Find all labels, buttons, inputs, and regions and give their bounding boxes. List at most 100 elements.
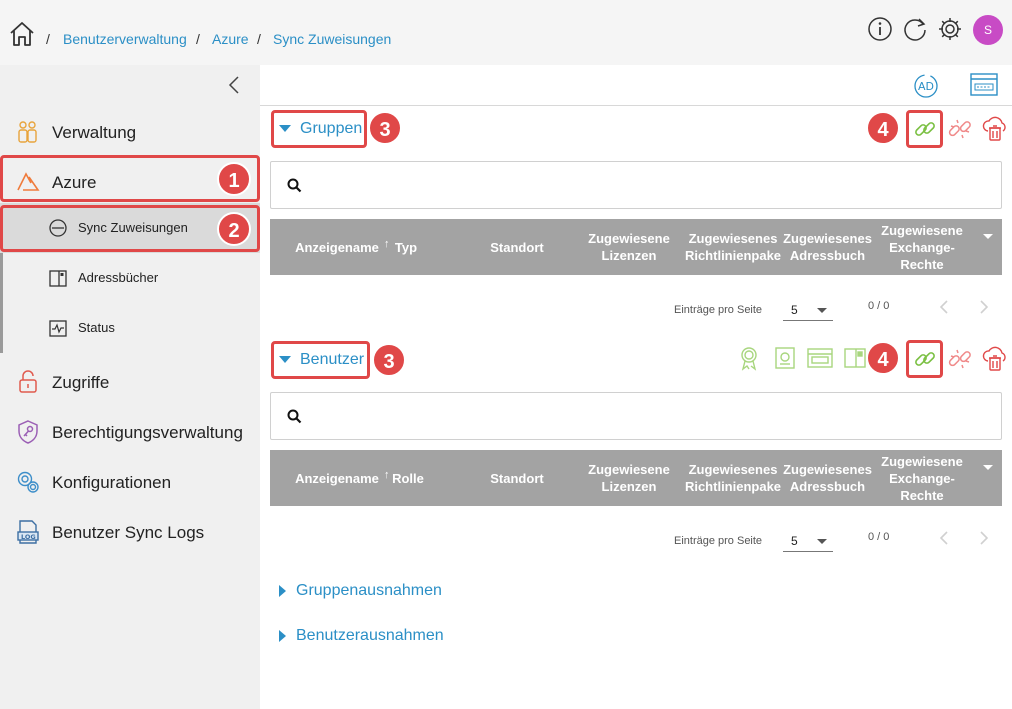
breadcrumb-benutzerverwaltung[interactable]: Benutzerverwaltung — [63, 31, 187, 47]
svg-text:LOG: LOG — [21, 533, 36, 541]
column-header-anzeigename[interactable]: Anzeigename — [292, 219, 382, 275]
home-icon[interactable] — [8, 20, 36, 48]
gruppen-page-size-select[interactable]: 5 — [783, 299, 833, 321]
section-title-benutzerausnahmen: Benutzerausnahmen — [296, 627, 444, 644]
cloud-delete-icon[interactable] — [981, 345, 1009, 373]
gruppen-search-input[interactable] — [311, 170, 991, 200]
sidebar-item-label: Berechtigungsverwaltung — [52, 423, 243, 442]
column-menu-icon[interactable] — [983, 465, 993, 470]
license-icon[interactable] — [772, 345, 798, 371]
user-avatar[interactable]: S — [973, 15, 1003, 45]
log-icon: LOG — [17, 520, 39, 544]
pager-label: Einträge pro Seite — [674, 304, 763, 316]
section-toggle-gruppenausnahmen[interactable]: Gruppenausnahmen — [279, 582, 442, 600]
sidebar-item-verwaltung[interactable]: Verwaltung — [0, 107, 260, 157]
column-menu-icon[interactable] — [983, 234, 993, 239]
link-icon[interactable] — [912, 346, 938, 372]
breadcrumb-azure[interactable]: Azure — [212, 31, 249, 47]
app-header: / Benutzerverwaltung / Azure / Sync Zuwe… — [0, 0, 1012, 65]
gruppen-pager-range: 0 / 0 — [868, 300, 890, 312]
search-icon — [287, 178, 302, 193]
gruppen-search-box[interactable] — [270, 161, 1002, 209]
caret-right-icon — [279, 584, 286, 597]
column-header-exchange-rechte[interactable]: Zugewiesene Exchange-Rechte — [876, 219, 968, 275]
sidebar-item-benutzer-sync-logs[interactable]: LOG Benutzer Sync Logs — [0, 507, 260, 557]
unlink-icon[interactable] — [947, 346, 973, 372]
link-icon[interactable] — [912, 116, 938, 142]
section-toggle-benutzerausnahmen[interactable]: Benutzerausnahmen — [279, 627, 444, 645]
policy-package-icon[interactable] — [806, 345, 834, 371]
sidebar-item-label: Konfigurationen — [52, 473, 172, 492]
sidebar-subitem-adressbuecher[interactable]: Adressbücher — [0, 253, 260, 303]
annotation-badge-4: 4 — [866, 341, 900, 375]
annotation-badge-4: 4 — [866, 111, 900, 145]
column-header-rolle[interactable]: Rolle — [388, 450, 428, 506]
info-icon[interactable] — [867, 16, 893, 42]
sidebar-subitem-label: Status — [78, 320, 115, 335]
sidebar-item-zugriffe[interactable]: Zugriffe — [0, 357, 260, 407]
shield-key-icon — [18, 420, 38, 444]
breadcrumb-separator: / — [257, 31, 261, 47]
refresh-icon[interactable] — [902, 16, 928, 42]
column-header-standort[interactable]: Standort — [482, 219, 552, 275]
breadcrumb-separator: / — [46, 31, 50, 47]
prev-page-icon[interactable] — [938, 530, 950, 546]
sidebar-subitem-status[interactable]: Status — [0, 303, 260, 353]
award-icon[interactable] — [736, 345, 762, 371]
ad-sync-icon[interactable]: AD — [910, 71, 942, 101]
sidebar-subitem-label: Adressbücher — [78, 270, 159, 285]
annotation-badge-2: 2 — [217, 212, 251, 246]
section-title-gruppenausnahmen: Gruppenausnahmen — [296, 582, 442, 599]
annotation-badge-3: 3 — [372, 343, 406, 377]
breadcrumb-sync-zuweisungen[interactable]: Sync Zuweisungen — [273, 31, 391, 47]
column-header-anzeigename[interactable]: Anzeigename — [292, 450, 382, 506]
sidebar-item-label: Benutzer Sync Logs — [52, 523, 205, 542]
column-header-richtlinienpaket[interactable]: Zugewiesenes Richtlinienpake — [683, 450, 783, 506]
page-size-value: 5 — [791, 534, 798, 548]
benutzer-table-header: Anzeigename ↑ Rolle Standort Zugewiesene… — [270, 450, 1002, 506]
chevron-down-icon — [817, 308, 827, 313]
prev-page-icon[interactable] — [938, 299, 950, 315]
chevron-down-icon — [817, 539, 827, 544]
column-header-adressbuch[interactable]: Zugewiesenes Adressbuch — [783, 219, 872, 275]
annotation-badge-3: 3 — [368, 111, 402, 145]
benutzer-page-size-select[interactable]: 5 — [783, 530, 833, 552]
sidebar-item-konfigurationen[interactable]: Konfigurationen — [0, 457, 260, 507]
benutzer-search-box[interactable] — [270, 392, 1002, 440]
console-icon[interactable] — [970, 72, 998, 98]
sidebar-item-berechtigungsverwaltung[interactable]: Berechtigungsverwaltung — [0, 407, 260, 457]
sidebar-item-label: Verwaltung — [52, 123, 137, 142]
gear-icon[interactable] — [937, 16, 963, 42]
pager-label: Einträge pro Seite — [674, 535, 763, 547]
column-header-richtlinienpaket[interactable]: Zugewiesenes Richtlinienpake — [683, 219, 783, 275]
lock-icon — [19, 370, 37, 393]
search-icon — [287, 409, 302, 424]
address-book-icon — [49, 270, 67, 287]
caret-right-icon — [279, 629, 286, 642]
next-page-icon[interactable] — [978, 299, 990, 315]
column-header-lizenzen[interactable]: Zugewiesene Lizenzen — [583, 450, 675, 506]
gruppen-table-header: Anzeigename ↑ Typ Standort Zugewiesene L… — [270, 219, 1002, 275]
column-header-standort[interactable]: Standort — [482, 450, 552, 506]
benutzer-search-input[interactable] — [311, 401, 991, 431]
highlight-benutzer-toggle — [271, 341, 370, 379]
highlight-gruppen-toggle — [271, 110, 367, 148]
unlink-icon[interactable] — [947, 116, 973, 142]
sidebar-item-label: Zugriffe — [52, 373, 110, 392]
column-header-exchange-rechte[interactable]: Zugewiesene Exchange-Rechte — [876, 450, 968, 506]
column-header-adressbuch[interactable]: Zugewiesenes Adressbuch — [783, 450, 872, 506]
chevron-left-icon[interactable] — [227, 75, 241, 95]
page-size-value: 5 — [791, 303, 798, 317]
main-toolbar: AD — [260, 65, 1012, 106]
sidebar: Verwaltung Azure Sync Zuweisungen Adress… — [0, 65, 260, 709]
people-icon — [18, 121, 37, 143]
svg-text:AD: AD — [918, 80, 934, 93]
benutzer-pager-range: 0 / 0 — [868, 531, 890, 543]
annotation-badge-1: 1 — [217, 162, 251, 196]
next-page-icon[interactable] — [978, 530, 990, 546]
breadcrumb-separator: / — [196, 31, 200, 47]
address-book-icon[interactable] — [842, 345, 868, 371]
column-header-typ[interactable]: Typ — [388, 219, 424, 275]
column-header-lizenzen[interactable]: Zugewiesene Lizenzen — [583, 219, 675, 275]
cloud-delete-icon[interactable] — [981, 115, 1009, 143]
